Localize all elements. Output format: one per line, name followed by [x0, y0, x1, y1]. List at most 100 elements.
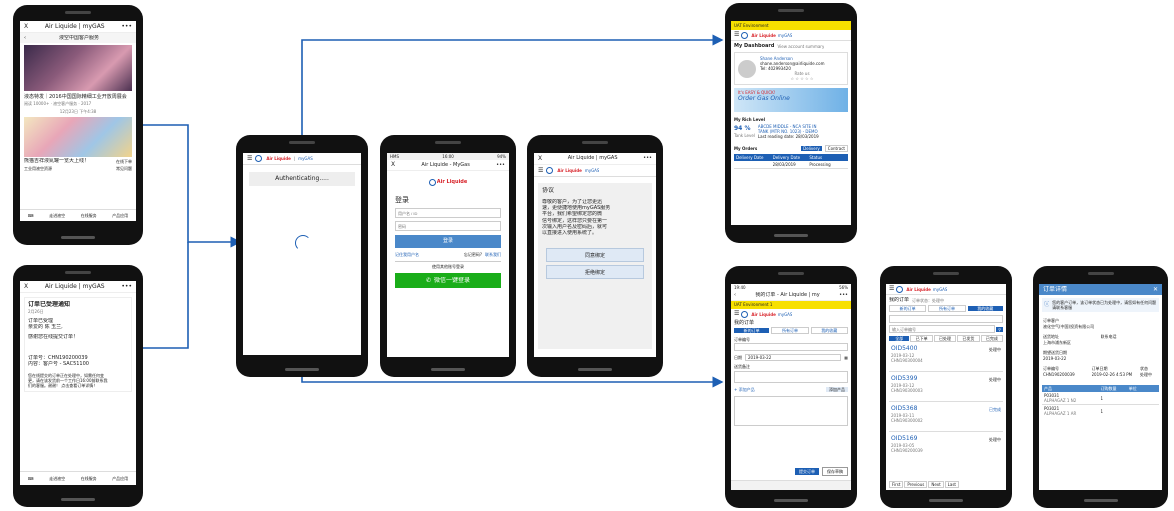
- page-last[interactable]: Last: [944, 481, 959, 488]
- article-link-order[interactable]: 在线下单: [116, 159, 132, 164]
- tab-all-orders[interactable]: 所有订单: [771, 327, 809, 335]
- order-id: OID5400: [891, 345, 918, 353]
- notice-line-8[interactable]: 们的客服。谢谢！ 点击查看订单详情！: [28, 383, 128, 388]
- table-row: P03021 ALPHAGAZ 1 AR 1: [1042, 405, 1159, 417]
- nav-products[interactable]: 产品应用: [112, 476, 128, 481]
- connector-auth-to-dashboard: [301, 34, 724, 150]
- nav-online-service[interactable]: 在线服务: [81, 213, 97, 218]
- nav-about[interactable]: 走进液空: [49, 213, 65, 218]
- phone-login: HMS 16:00 94% X Air Liquide - MyGas ••• …: [380, 135, 516, 377]
- more-icon[interactable]: •••: [496, 162, 505, 168]
- nav-products[interactable]: 产品应用: [112, 213, 128, 218]
- filter-completed[interactable]: 已完成: [980, 335, 1004, 343]
- menu-icon[interactable]: ☰: [538, 167, 543, 175]
- tab-delivery[interactable]: Delivery: [801, 146, 822, 152]
- col-product: 产品: [1044, 386, 1052, 391]
- phone-agreement: X Air Liquide | myGAS ••• ☰ Air Liquide …: [527, 135, 663, 377]
- tab-new-order[interactable]: 新的订单: [734, 328, 770, 334]
- forgot-password-link[interactable]: 忘记密码?: [464, 252, 482, 257]
- article-title-1[interactable]: 液态特发｜2016中国国际精细工业开放周展会: [20, 93, 136, 101]
- submit-order-button[interactable]: 提交订单: [795, 468, 819, 475]
- info-icon: ⓘ: [1044, 301, 1050, 309]
- rate-stars[interactable]: ☆ ☆ ☆ ☆ ☆: [760, 76, 844, 81]
- search-input[interactable]: [889, 325, 996, 334]
- article-meta-1: 阅读 10000+ · 液空客户服务 · 2017: [24, 101, 92, 107]
- article-link-resources[interactable]: 工业用液空资源: [24, 166, 113, 171]
- view-summary-link[interactable]: View account summary: [777, 44, 824, 49]
- filter-processed[interactable]: 已处理: [933, 335, 957, 343]
- app-label: myGAS: [777, 32, 793, 38]
- page-subtitle: 订单状态：处理中: [912, 297, 945, 303]
- customer-select[interactable]: [889, 315, 1003, 324]
- filter-shipped[interactable]: 已发货: [957, 335, 980, 343]
- table-row[interactable]: 28/03/2019 Processing: [734, 161, 848, 170]
- menu-icon[interactable]: ☰: [889, 285, 894, 293]
- more-icon[interactable]: •••: [121, 23, 132, 31]
- rich-level-title: My Rich Level: [734, 117, 765, 123]
- filter-ordered[interactable]: 已下单: [910, 335, 933, 343]
- add-product-button[interactable]: 添加产品: [826, 387, 848, 393]
- tab-contract[interactable]: Contract: [824, 145, 848, 153]
- list-item[interactable]: OID5169 处理中 2019-03-05 CHN190200039: [889, 434, 1003, 460]
- agree-bind-button[interactable]: 同意绑定: [546, 248, 644, 263]
- page-previous[interactable]: Previous: [904, 481, 928, 488]
- menu-icon[interactable]: ☰: [247, 155, 252, 163]
- notes-textarea[interactable]: [734, 371, 848, 384]
- notice-card[interactable]: 订单已受理通知 2月26日 订单已受理 亲爱的 陈 玉兰, 感谢您在线提交订单！…: [24, 297, 132, 393]
- notice-line-3: 感谢您在线提交订单！: [28, 334, 79, 341]
- remember-username[interactable]: 记住我用户名: [395, 252, 461, 257]
- tab-favorites[interactable]: 我的收藏: [967, 306, 1003, 312]
- list-item[interactable]: OID5368 已完成 2019-03-11 CHN190300002: [889, 404, 1003, 433]
- keyboard-icon[interactable]: ⌨: [28, 476, 34, 481]
- contact-link[interactable]: 联系我们: [485, 252, 501, 257]
- article-link-faq[interactable]: 常见问题: [116, 166, 132, 171]
- loading-spinner-icon: [295, 235, 311, 251]
- agreement-line-6: 以直接进入使用系统了。: [542, 230, 598, 237]
- status-time: 16:00: [442, 154, 454, 159]
- page-title: My Dashboard: [734, 43, 775, 49]
- add-product-link[interactable]: + 添加产品: [734, 387, 823, 392]
- window-title: Air Liquide | myGAS: [44, 22, 105, 30]
- wechat-news-screen: X Air Liquide | myGAS ••• ‹ 液空中国客户服务 液态特…: [20, 21, 136, 221]
- order-date-label: 订单日期: [1091, 366, 1108, 371]
- air-liquide-logo-icon: [255, 155, 263, 162]
- filter-all[interactable]: 全部: [889, 336, 910, 342]
- menu-icon[interactable]: ☰: [734, 310, 739, 318]
- date-input[interactable]: 2019-03-22: [745, 354, 842, 362]
- username-input[interactable]: [395, 208, 501, 219]
- close-icon[interactable]: ✕: [1153, 286, 1158, 294]
- environment-banner: UAT Environment: [731, 21, 851, 30]
- date-label: 日期: [734, 355, 742, 361]
- save-draft-button[interactable]: 保存草稿: [822, 467, 848, 476]
- page-first[interactable]: First: [889, 481, 904, 488]
- nav-about[interactable]: 走进液空: [49, 476, 65, 481]
- refuse-bind-button[interactable]: 拒绝绑定: [546, 265, 644, 280]
- more-icon[interactable]: •••: [121, 283, 132, 291]
- order-number-select[interactable]: [734, 343, 848, 352]
- tab-all-orders[interactable]: 所有订单: [928, 305, 966, 313]
- tab-new-order[interactable]: 新的订单: [889, 305, 927, 313]
- item-desc: ALPHAGAZ 1 N2: [1044, 398, 1077, 403]
- phone-dashboard: UAT Environment ☰ Air Liquide myGAS My D…: [725, 3, 857, 243]
- page-next[interactable]: Next: [928, 481, 944, 488]
- col-unit: 单位: [1128, 386, 1137, 391]
- password-input[interactable]: [395, 221, 501, 232]
- search-icon[interactable]: ⚲: [996, 326, 1003, 332]
- article-title-2[interactable]: 熊猫吉祥液氮罐一览大上线！: [24, 158, 113, 164]
- article-image-2: [24, 117, 132, 158]
- notice-date: 2月26日: [28, 308, 44, 314]
- tab-favorites[interactable]: 我的收藏: [810, 327, 848, 335]
- wechat-login-button[interactable]: ✆ 微信一键登录: [395, 273, 501, 289]
- order-online-banner[interactable]: It's EASY & QUICK! Order Gas Online: [734, 88, 848, 113]
- keyboard-icon[interactable]: ⌨: [28, 213, 34, 218]
- login-button[interactable]: 登录: [395, 235, 501, 249]
- more-icon[interactable]: •••: [839, 292, 848, 298]
- calendar-icon[interactable]: ▦: [844, 355, 848, 360]
- menu-icon[interactable]: ☰: [734, 31, 739, 39]
- nav-online-service[interactable]: 在线服务: [81, 476, 97, 481]
- list-item[interactable]: OID5400 处理中 2019-03-12 CHN190300004: [889, 344, 1003, 373]
- more-icon[interactable]: •••: [643, 155, 652, 161]
- phone-order-form: 19:40 56% ‹ 我的订单 - Air Liquide | my ••• …: [725, 266, 857, 508]
- phone-label: 联系电话: [1100, 334, 1117, 339]
- list-item[interactable]: OID5399 处理中 2019-03-12 CHN190300003: [889, 374, 1003, 403]
